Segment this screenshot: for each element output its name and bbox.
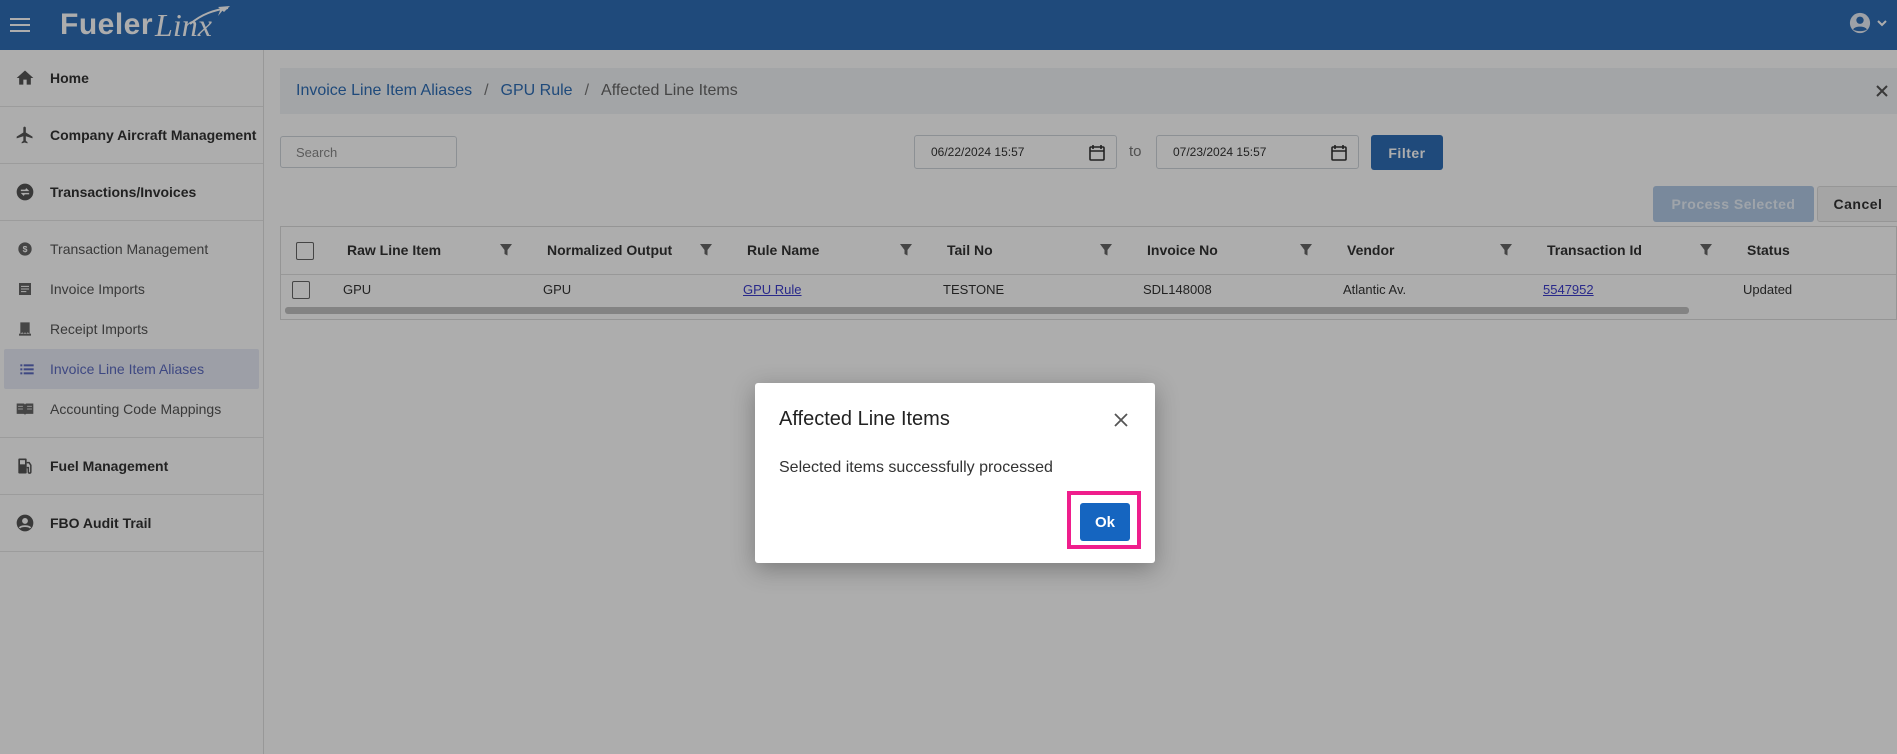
dialog-message: Selected items successfully processed bbox=[779, 459, 1053, 476]
ok-button[interactable]: Ok bbox=[1080, 503, 1130, 541]
dialog-title: Affected Line Items bbox=[779, 408, 950, 430]
close-icon[interactable] bbox=[1112, 411, 1130, 434]
modal-backdrop[interactable] bbox=[0, 0, 1897, 754]
affected-line-items-dialog: Affected Line Items Selected items succe… bbox=[755, 383, 1155, 563]
